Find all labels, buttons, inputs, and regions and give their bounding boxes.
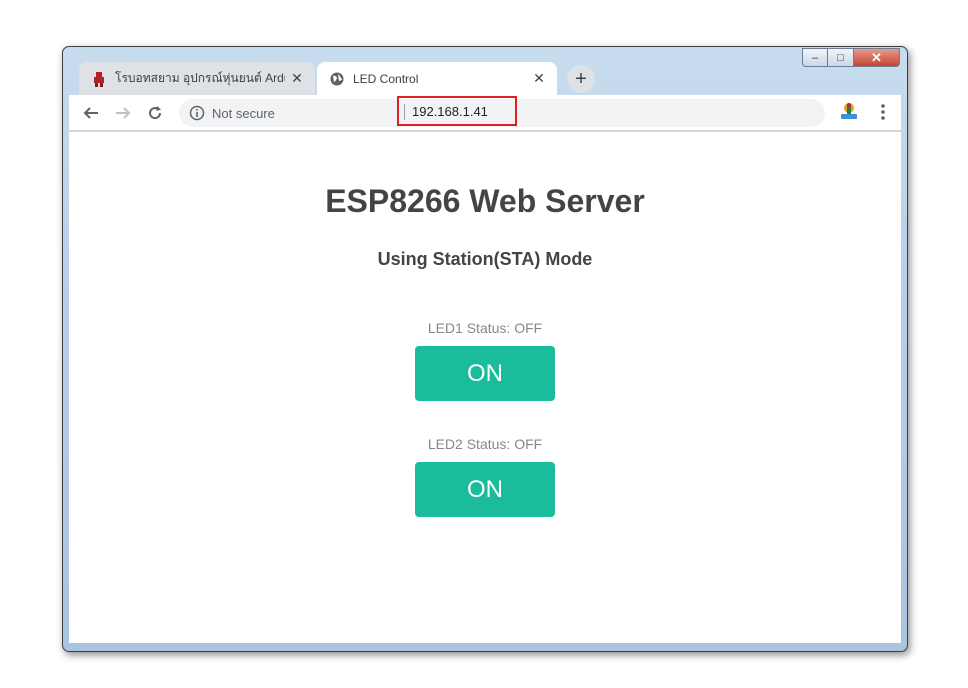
page-subtitle: Using Station(STA) Mode (377, 249, 593, 269)
led2-status: LED2 Status: OFF (427, 436, 543, 452)
forward-arrow-icon[interactable] (111, 101, 135, 125)
globe-icon (329, 71, 345, 87)
new-tab-button[interactable]: + (567, 65, 595, 93)
tab-close-icon[interactable]: ✕ (285, 70, 309, 87)
tab-title: โรบอทสยาม อุปกรณ์หุ่นยนต์ Arduino (115, 71, 285, 85)
led1-on-button[interactable]: ON (415, 346, 555, 401)
led1-status: LED1 Status: OFF (427, 320, 543, 336)
tab-strip: โรบอทสยาม อุปกรณ์หุ่นยนต์ Arduino ✕ LED … (69, 61, 869, 95)
tab-close-icon[interactable]: ✕ (527, 70, 551, 87)
tab-led-control[interactable]: LED Control ✕ (317, 62, 557, 95)
more-menu-icon[interactable] (875, 101, 891, 123)
browser-window: – □ ✕ โรบอทสยาม อุปกรณ์หุ่นยนต์ Arduino … (62, 46, 908, 652)
url-text[interactable]: 192.168.1.41 (412, 104, 488, 119)
page-title: ESP8266 Web Server (325, 183, 645, 219)
reload-icon[interactable] (143, 101, 167, 125)
browser-toolbar: Not secure 192.168.1.41 (69, 95, 901, 131)
security-label: Not secure (212, 106, 275, 121)
led2-on-button[interactable]: ON (415, 462, 555, 517)
tab-robotsiam[interactable]: โรบอทสยาม อุปกรณ์หุ่นยนต์ Arduino ✕ (79, 62, 315, 95)
robot-favicon-icon (91, 71, 107, 87)
back-arrow-icon[interactable] (79, 101, 103, 125)
address-bar[interactable]: Not secure 192.168.1.41 (179, 96, 825, 127)
url-highlight-box: 192.168.1.41 (397, 96, 517, 126)
page-content: ESP8266 Web Server Using Station(STA) Mo… (69, 132, 901, 643)
info-icon[interactable] (189, 105, 205, 121)
url-separator (404, 104, 405, 120)
tab-title: LED Control (353, 71, 419, 86)
extension-icon[interactable] (839, 101, 859, 121)
